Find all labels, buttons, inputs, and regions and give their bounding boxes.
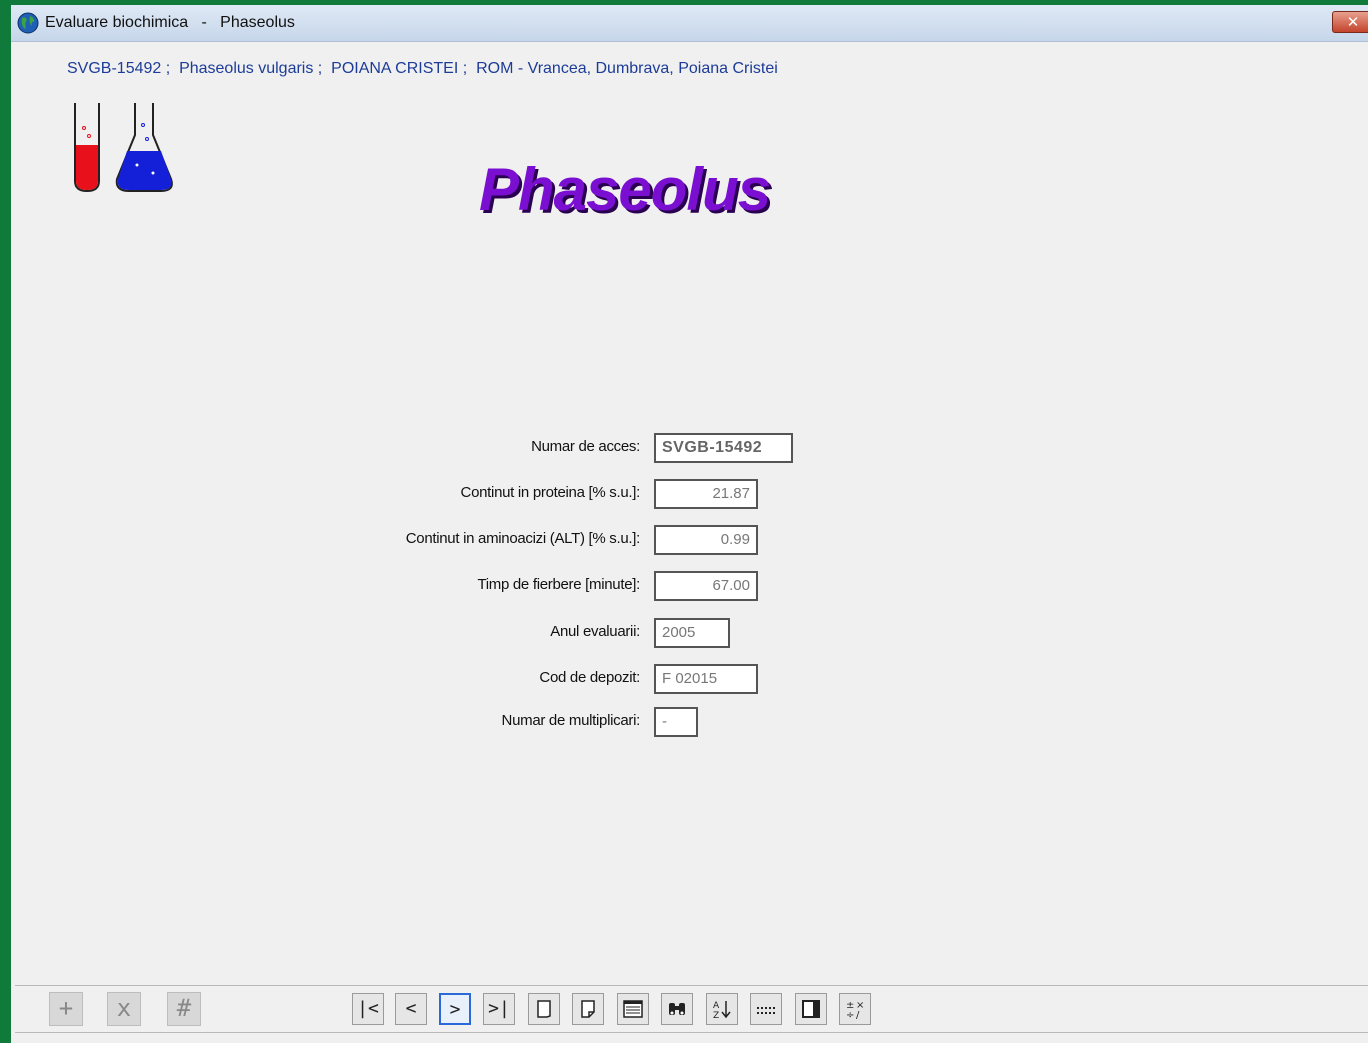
- binoculars-icon: [669, 1003, 685, 1015]
- boiling-time-field[interactable]: 67.00: [654, 571, 758, 601]
- boiling-time-label: Timp de fierbere [minute]:: [477, 576, 640, 593]
- accession-number-field[interactable]: SVGB-15492: [654, 433, 793, 463]
- filter-button[interactable]: [750, 993, 782, 1025]
- sort-button[interactable]: A Z: [706, 993, 738, 1025]
- svg-text:÷: ÷: [846, 1010, 854, 1020]
- protein-content-label: Continut in proteina [% s.u.]:: [460, 484, 641, 501]
- first-record-button[interactable]: |<: [352, 993, 384, 1025]
- main-window: Evaluare biochimica - Phaseolus ✕ SVGB-1…: [11, 5, 1368, 1043]
- add-record-button[interactable]: +: [49, 992, 83, 1026]
- page-title: Phaseolus: [479, 156, 771, 223]
- form-row-evaluation-year: Anul evaluarii: 2005: [11, 618, 1368, 648]
- svg-text:Z: Z: [713, 1011, 719, 1020]
- form-row-protein: Continut in proteina [% s.u.]: 21.87: [11, 479, 1368, 509]
- protein-content-field[interactable]: 21.87: [654, 479, 758, 509]
- calculator-symbols-icon: ± × ÷ /: [846, 1000, 864, 1020]
- multiplications-field[interactable]: -: [654, 707, 698, 737]
- close-button[interactable]: ✕: [1332, 11, 1368, 33]
- window-title: Evaluare biochimica - Phaseolus: [45, 14, 295, 31]
- storage-code-label: Cod de depozit:: [539, 669, 640, 686]
- record-toolbar: + x # |< < > >| A Z ± × ÷ /: [15, 985, 1368, 1033]
- form-row-multiplications: Numar de multiplicari: -: [11, 707, 1368, 737]
- previous-record-button[interactable]: <: [395, 993, 427, 1025]
- folded-page-icon: [581, 1000, 595, 1018]
- laboratory-flasks-icon: [74, 103, 173, 193]
- calculator-button[interactable]: ± × ÷ /: [839, 993, 871, 1025]
- title-bar[interactable]: Evaluare biochimica - Phaseolus ✕: [11, 5, 1368, 42]
- form-row-boiling-time: Timp de fierbere [minute]: 67.00: [11, 571, 1368, 601]
- aminoacid-content-label: Continut in aminoacizi (ALT) [% s.u.]:: [405, 530, 641, 547]
- evaluation-year-label: Anul evaluarii:: [550, 623, 640, 640]
- form-row-storage-code: Cod de depozit: F 02015: [11, 664, 1368, 694]
- aminoacid-content-field[interactable]: 0.99: [654, 525, 758, 555]
- last-record-button[interactable]: >|: [483, 993, 515, 1025]
- evaluation-year-field[interactable]: 2005: [654, 618, 730, 648]
- list-table-icon: [623, 1000, 643, 1018]
- page-fold-button[interactable]: [572, 993, 604, 1025]
- sort-az-icon: A Z: [713, 1001, 731, 1020]
- record-number-button[interactable]: #: [167, 992, 201, 1026]
- globe-icon: [17, 12, 39, 34]
- new-page-button[interactable]: [528, 993, 560, 1025]
- storage-code-field[interactable]: F 02015: [654, 664, 758, 694]
- find-button[interactable]: [661, 993, 693, 1025]
- delete-record-button[interactable]: x: [107, 992, 141, 1026]
- accession-info-line: SVGB-15492 ; Phaseolus vulgaris ; POIANA…: [67, 60, 778, 77]
- svg-text:/: /: [856, 1010, 860, 1020]
- form-row-aminoacids: Continut in aminoacizi (ALT) [% s.u.]: 0…: [11, 525, 1368, 555]
- svg-text:A: A: [713, 1001, 720, 1011]
- next-record-button[interactable]: >: [439, 993, 471, 1025]
- form-row-accession: Numar de acces: SVGB-15492: [11, 433, 1368, 463]
- dotted-lines-icon: [757, 1007, 775, 1014]
- list-view-button[interactable]: [617, 993, 649, 1025]
- accession-number-label: Numar de acces:: [531, 438, 640, 455]
- window-view-button[interactable]: [795, 993, 827, 1025]
- multiplications-label: Numar de multiplicari:: [501, 712, 641, 729]
- window-frame-icon: [802, 1000, 820, 1018]
- blank-page-icon: [537, 1000, 551, 1018]
